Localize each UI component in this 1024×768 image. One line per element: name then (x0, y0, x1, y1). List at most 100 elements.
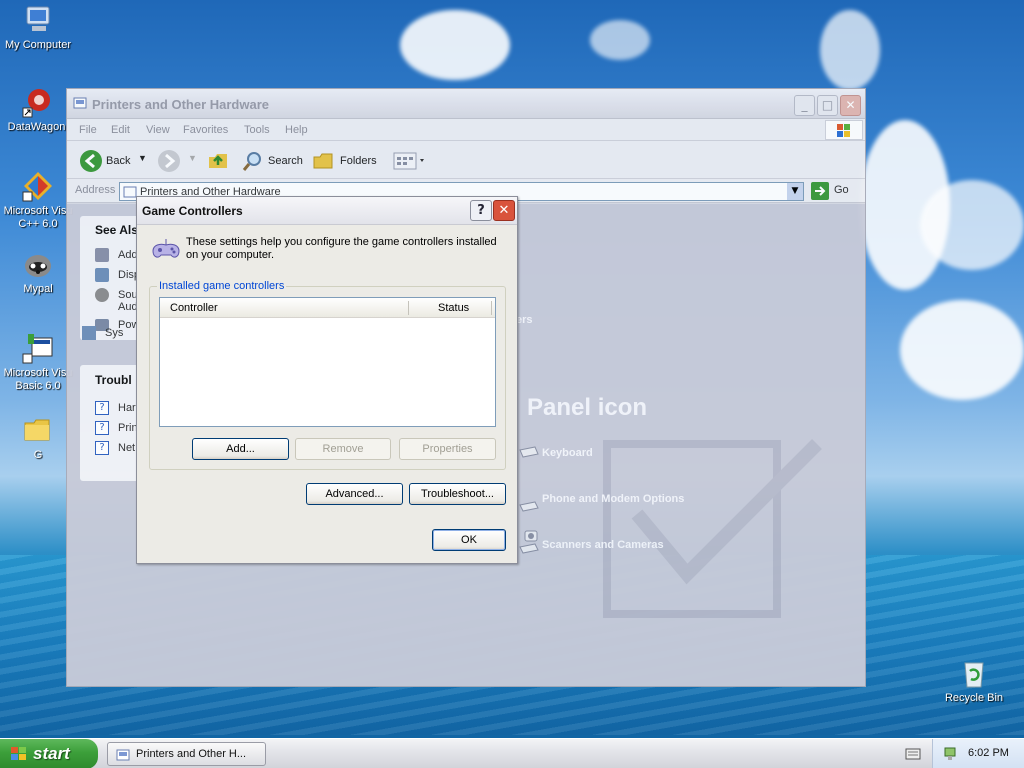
folders-icon[interactable] (313, 151, 335, 174)
system-tray: 6:02 PM (932, 739, 1024, 768)
address-label: Address (75, 184, 116, 196)
window-icon (116, 748, 130, 765)
column-header-status[interactable]: Status (438, 302, 469, 314)
window-icon (73, 96, 87, 113)
desktop-icon-recycle-bin[interactable]: Recycle Bin (936, 657, 1012, 705)
back-dropdown-icon[interactable]: ▼ (138, 153, 147, 163)
desktop-icon-folder-g[interactable]: G (0, 414, 76, 462)
properties-button[interactable]: Properties (399, 438, 496, 460)
recycle-bin-icon (958, 657, 990, 689)
desktop-icon-my-computer[interactable]: My Computer (0, 4, 76, 52)
troubleshoot-item[interactable]: Prin (118, 422, 138, 434)
desktop-icon-label: G (33, 449, 43, 461)
dialog-description: These settings help you configure the ga… (186, 236, 497, 261)
scanners-cameras-link[interactable]: Scanners and Cameras (542, 539, 664, 551)
back-button[interactable]: Back (106, 155, 130, 167)
menu-help[interactable]: Help (285, 124, 308, 136)
panel-icon-heading: Panel icon (527, 394, 648, 421)
desktop-icon-datawagon[interactable]: DataWagon. (0, 86, 76, 134)
remove-button[interactable]: Remove (295, 438, 391, 460)
system-icon (82, 326, 96, 340)
game-controllers-dialog[interactable]: Game Controllers ? ✕ These settings help… (136, 196, 518, 564)
search-button[interactable]: Search (268, 155, 303, 167)
display-icon (95, 268, 109, 282)
explorer-title: Printers and Other Hardware (92, 97, 269, 112)
taskbar-item-label: Printers and Other H... (136, 748, 247, 760)
gamepad-icon (150, 237, 182, 268)
visual-cpp-icon (22, 170, 54, 202)
desktop-icon-vb6[interactable]: Microsoft Visu Basic 6.0 (0, 332, 76, 393)
up-folder-icon[interactable] (207, 149, 229, 174)
address-folder-icon (123, 185, 137, 202)
advanced-button[interactable]: Advanced... (306, 483, 403, 505)
column-divider[interactable] (491, 301, 492, 315)
close-button[interactable]: ✕ (840, 95, 861, 116)
windows-flag-icon (10, 746, 28, 767)
partial-category-text[interactable]: ers (516, 314, 533, 326)
start-label: start (33, 744, 70, 763)
taskbar-item-printers[interactable]: Printers and Other H... (107, 742, 266, 766)
menu-edit[interactable]: Edit (111, 124, 130, 136)
visual-basic-icon (22, 332, 54, 364)
troubleshoot-item[interactable]: Har (118, 402, 136, 414)
see-also-item[interactable]: Sys (105, 327, 123, 339)
start-button[interactable]: start (0, 739, 98, 768)
dialog-close-button[interactable]: ✕ (493, 200, 515, 221)
keyboard-tray-icon[interactable] (905, 747, 921, 764)
computer-icon (22, 4, 54, 36)
views-icon[interactable] (393, 151, 427, 174)
dialog-titlebar[interactable]: Game Controllers ? ✕ (137, 197, 517, 225)
help-button[interactable]: ? (470, 200, 492, 221)
forward-dropdown-icon[interactable]: ▼ (188, 153, 197, 163)
see-also-panel: See Als Add Disp Sou Aud Pow (80, 216, 142, 340)
back-arrow-icon[interactable] (79, 149, 103, 176)
see-also-title: See Als (95, 223, 138, 237)
desktop-icon-label: Mypal (23, 283, 53, 295)
desktop-icon-label: Microsoft Visu C++ 6.0 (3, 205, 73, 230)
desktop: My Computer DataWagon. Microsoft Visu C+… (0, 0, 1024, 768)
sound-icon (95, 288, 109, 302)
desktop-icon-vc6[interactable]: Microsoft Visu C++ 6.0 (0, 170, 76, 231)
go-arrow-icon[interactable] (811, 182, 829, 203)
clock[interactable]: 6:02 PM (968, 747, 1009, 759)
folders-button[interactable]: Folders (340, 155, 377, 167)
add-hardware-icon (95, 248, 109, 262)
ok-button[interactable]: OK (432, 529, 506, 551)
dialog-title: Game Controllers (142, 204, 243, 218)
menu-tools[interactable]: Tools (244, 124, 270, 136)
troubleshooters-title: Troubl (95, 373, 132, 387)
search-icon[interactable] (242, 150, 264, 175)
explorer-titlebar[interactable]: Printers and Other Hardware _ □ ✕ (67, 89, 865, 119)
address-dropdown-icon[interactable]: ▼ (787, 183, 803, 200)
minimize-button[interactable]: _ (794, 95, 815, 116)
desktop-icon-label: My Computer (4, 39, 72, 51)
datawagon-icon (22, 86, 54, 118)
help-icon: ? (95, 421, 109, 435)
desktop-icon-mypal[interactable]: Mypal (0, 248, 76, 296)
raccoon-icon (22, 248, 54, 280)
help-icon: ? (95, 441, 109, 455)
troubleshoot-item[interactable]: Net (118, 442, 135, 454)
desktop-icon-label: Microsoft Visu Basic 6.0 (3, 367, 73, 392)
network-icon[interactable] (943, 746, 959, 765)
see-also-item[interactable]: Add (118, 249, 138, 261)
troubleshoot-button[interactable]: Troubleshoot... (409, 483, 506, 505)
menu-bar: File Edit View Favorites Tools Help (67, 119, 865, 141)
go-button[interactable]: Go (834, 184, 849, 196)
phone-modem-link[interactable]: Phone and Modem Options (542, 493, 684, 505)
column-divider[interactable] (408, 301, 409, 315)
add-button[interactable]: Add... (192, 438, 289, 460)
windows-logo-icon (825, 120, 863, 140)
toolbar: Back ▼ ▼ Search Folders (67, 141, 865, 179)
scanner-camera-icon (519, 530, 539, 559)
maximize-button[interactable]: □ (817, 95, 838, 116)
help-icon: ? (95, 401, 109, 415)
menu-view[interactable]: View (146, 124, 170, 136)
keyboard-link[interactable]: Keyboard (542, 447, 593, 459)
menu-favorites[interactable]: Favorites (183, 124, 228, 136)
forward-arrow-icon[interactable] (157, 149, 181, 176)
keyboard-icon (519, 445, 539, 462)
menu-file[interactable]: File (79, 124, 97, 136)
column-header-controller[interactable]: Controller (170, 302, 218, 314)
controllers-list[interactable]: Controller Status (159, 297, 496, 427)
